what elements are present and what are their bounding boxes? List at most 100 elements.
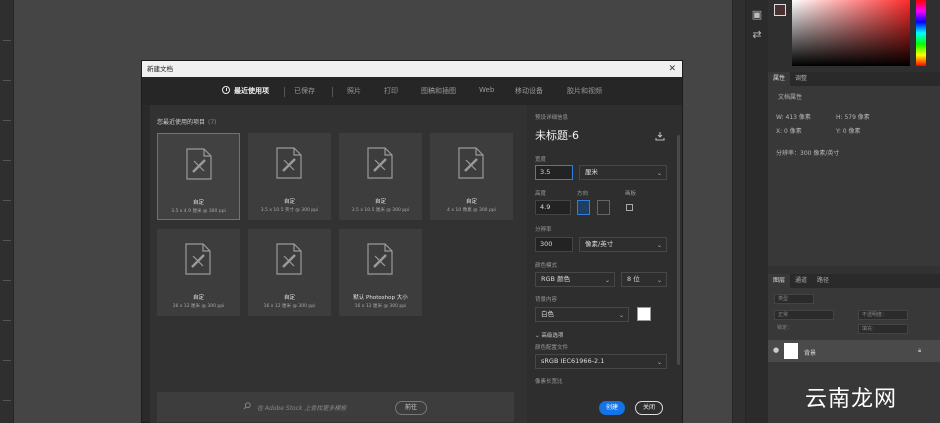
width-label: 宽度	[535, 157, 547, 163]
layer-kind-filter[interactable]: 类型	[774, 294, 814, 304]
width-input[interactable]: 3.5	[535, 165, 573, 180]
preset-size: 16 x 12 厘米 @ 300 ppi	[263, 304, 316, 309]
stock-search-bar[interactable]: 在 Adobe Stock 上查找更多模板 前往	[157, 392, 514, 422]
recent-preset-card[interactable]: 自定 16 x 12 厘米 @ 300 ppi	[248, 229, 331, 316]
document-icon	[185, 243, 211, 275]
eye-icon[interactable]: ●	[773, 346, 779, 354]
recent-pane: 您最近使用的项目 (7) 自定 3.5 x 4.9 厘米 @ 300 ppi 自定 3.…	[150, 105, 527, 423]
preset-size: 16 x 12 厘米 @ 300 ppi	[172, 304, 225, 309]
properties-panel: 文档属性 W: 413 像素 H: 579 像素 X: 0 像素 Y: 0 像素…	[768, 86, 940, 266]
recent-preset-card[interactable]: 自定 3.5 x 4.9 厘米 @ 300 ppi	[157, 133, 240, 220]
tab-film[interactable]: 胶片和视频	[567, 86, 602, 96]
preset-size: 3.5 x 10.5 厘米 @ 300 ppi	[351, 208, 410, 213]
preset-size: 16 x 12 厘米 @ 300 ppi	[354, 304, 407, 309]
tab-web[interactable]: Web	[479, 86, 494, 94]
height-input[interactable]: 4.9	[535, 200, 571, 215]
close-button[interactable]: 关闭	[635, 401, 663, 415]
resolution-label: 分辨率	[535, 227, 552, 233]
document-icon	[186, 148, 212, 180]
resolution-readout: 分辨率：300 像素/英寸	[776, 150, 840, 157]
portrait-orientation-button[interactable]	[577, 200, 590, 215]
tab-recent[interactable]: 最近使用项	[222, 86, 269, 96]
resolution-unit-select[interactable]: 像素/英寸 ⌄	[579, 237, 667, 252]
tab-print[interactable]: 打印	[384, 86, 398, 96]
layer-row-background[interactable]: ● 背景 🔒︎	[768, 340, 940, 362]
artboard-checkbox[interactable]	[626, 204, 633, 211]
preset-details-pane: 预设详细信息 未标题-6 宽度 3.5 厘米 ⌄ 高度 方向 画板 4.9 分辨率…	[527, 105, 682, 423]
color-profile-select[interactable]: sRGB IEC61966-2.1 ⌄	[535, 354, 667, 369]
tab-properties[interactable]: 属性	[768, 72, 791, 86]
pixel-aspect-label: 像素长宽比	[535, 379, 563, 385]
doc-props-heading: 文档属性	[778, 94, 803, 101]
recent-preset-card[interactable]: 自定 4 x 10 像素 @ 300 ppi	[430, 133, 513, 220]
preset-size: 4 x 10 像素 @ 300 ppi	[447, 208, 496, 213]
chevron-down-icon: ⌄	[656, 170, 662, 177]
color-mode-select[interactable]: RGB 颜色 ⌄	[535, 272, 615, 287]
recent-preset-card[interactable]: 默认 Photoshop 大小 16 x 12 厘米 @ 300 ppi	[339, 229, 422, 316]
blend-mode-select[interactable]: 正常	[774, 310, 834, 320]
bit-depth-select[interactable]: 8 位 ⌄	[621, 272, 667, 287]
opacity-field[interactable]: 不透明度：	[858, 310, 908, 320]
fill-field[interactable]: 填充：	[858, 324, 908, 334]
layer-thumbnail	[784, 343, 798, 359]
profile-label: 颜色配置文件	[535, 345, 569, 351]
document-name[interactable]: 未标题-6	[535, 127, 579, 143]
layers-tabs: 图层 通道 路径	[768, 274, 940, 288]
tab-mobile[interactable]: 移动设备	[515, 86, 543, 96]
tab-saved[interactable]: 已保存	[294, 86, 315, 96]
color-picker-field[interactable]	[792, 0, 910, 66]
tab-photo[interactable]: 照片	[347, 86, 361, 96]
close-icon[interactable]: ✕	[668, 61, 676, 77]
preset-name: 自定	[192, 200, 204, 206]
color-panel	[768, 0, 940, 72]
watermark-text: 云南龙网	[805, 387, 898, 412]
layer-name: 背景	[804, 350, 817, 357]
preset-tabs: 最近使用项 已保存 照片 打印 图稿和插图 Web 移动设备 胶片和视频	[142, 77, 682, 105]
tab-paths[interactable]: 路径	[812, 274, 834, 288]
tab-channels[interactable]: 通道	[790, 274, 812, 288]
recent-preset-card[interactable]: 自定 3.5 x 10.5 厘米 @ 300 ppi	[339, 133, 422, 220]
background-color-swatch[interactable]	[637, 307, 651, 321]
create-button[interactable]: 创建	[599, 401, 625, 415]
height-readout: H: 579 像素	[836, 114, 870, 121]
tab-adjustments[interactable]: 调整	[790, 72, 812, 86]
preset-name: 自定	[465, 199, 477, 205]
preset-size: 3.5 x 10.5 英寸 @ 300 ppi	[260, 208, 319, 213]
y-readout: Y: 0 像素	[836, 128, 861, 135]
preset-name: 自定	[283, 295, 295, 301]
width-unit-select[interactable]: 厘米 ⌄	[579, 165, 667, 180]
go-button[interactable]: 前往	[395, 401, 427, 415]
background-select[interactable]: 白色 ⌄	[535, 307, 629, 322]
section-label: 预设详细信息	[535, 115, 569, 121]
panel-collapse-strip	[732, 0, 746, 423]
resolution-input[interactable]: 300	[535, 237, 573, 252]
color-mode-label: 颜色模式	[535, 263, 558, 269]
preset-name: 自定	[374, 199, 386, 205]
advanced-options-toggle[interactable]: ⌄ 高级选项	[535, 331, 563, 339]
x-readout: X: 0 像素	[776, 128, 802, 135]
artboard-label: 画板	[625, 191, 637, 197]
save-preset-icon[interactable]	[655, 131, 665, 141]
hue-slider[interactable]	[916, 0, 926, 66]
chevron-down-icon: ⌄	[656, 277, 662, 284]
background-label: 背景内容	[535, 297, 558, 303]
preset-size: 3.5 x 4.9 厘米 @ 300 ppi	[171, 209, 226, 214]
foreground-color-swatch[interactable]	[774, 4, 786, 16]
color-swatch-icon[interactable]: ▣	[750, 8, 764, 22]
preset-name: 自定	[192, 295, 204, 301]
search-icon	[243, 402, 251, 410]
tab-art[interactable]: 图稿和插图	[421, 86, 456, 96]
new-document-dialog: 新建文档 ✕ 最近使用项 已保存 照片 打印 图稿和插图 Web 移动设备 胶片…	[141, 60, 683, 423]
details-scrollbar[interactable]	[677, 135, 680, 365]
orientation-label: 方向	[577, 191, 589, 197]
right-panels: 属性 调整 文档属性 W: 413 像素 H: 579 像素 X: 0 像素 Y:…	[768, 0, 940, 423]
tab-layers[interactable]: 图层	[768, 274, 791, 288]
swap-icon[interactable]: ⇄	[750, 28, 764, 42]
document-icon	[276, 243, 302, 275]
dialog-title: 新建文档	[147, 65, 173, 73]
chevron-down-icon: ⌄	[656, 359, 662, 366]
vertical-ruler	[0, 0, 14, 423]
landscape-orientation-button[interactable]	[597, 200, 610, 215]
recent-preset-card[interactable]: 自定 16 x 12 厘米 @ 300 ppi	[157, 229, 240, 316]
recent-preset-card[interactable]: 自定 3.5 x 10.5 英寸 @ 300 ppi	[248, 133, 331, 220]
